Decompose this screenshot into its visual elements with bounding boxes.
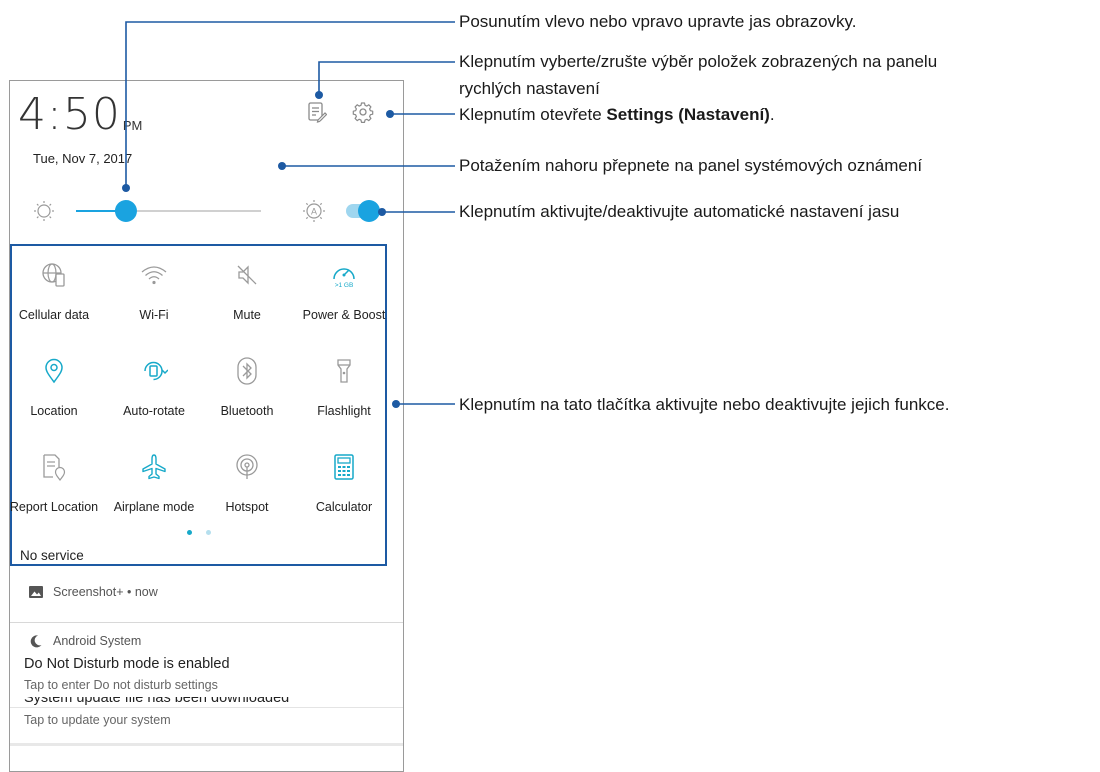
annotation-edit-line1: Klepnutím vyberte/zrušte výběr položek z… (459, 52, 938, 71)
annotation-settings-bold: Settings (Nastavení) (606, 105, 770, 124)
annotation-settings: Klepnutím otevřete Settings (Nastavení). (459, 104, 775, 126)
annotation-brightness: Posunutím vlevo nebo vpravo upravte jas … (459, 12, 857, 31)
annotation-settings-suffix: . (769, 105, 775, 124)
brightness-leader (125, 21, 455, 188)
annotation-edit-line2: rychlých nastavení (459, 79, 600, 98)
annotation-auto-brightness: Klepnutím aktivujte/deaktivujte automati… (459, 202, 900, 221)
annotation-settings-prefix: Klepnutím otevřete (459, 105, 607, 124)
edit-leader (318, 61, 455, 95)
annotation-tiles: Klepnutím na tato tlačítka aktivujte neb… (459, 395, 950, 414)
annotation-swipe-up: Potažením nahoru přepnete na panel systé… (459, 156, 923, 175)
